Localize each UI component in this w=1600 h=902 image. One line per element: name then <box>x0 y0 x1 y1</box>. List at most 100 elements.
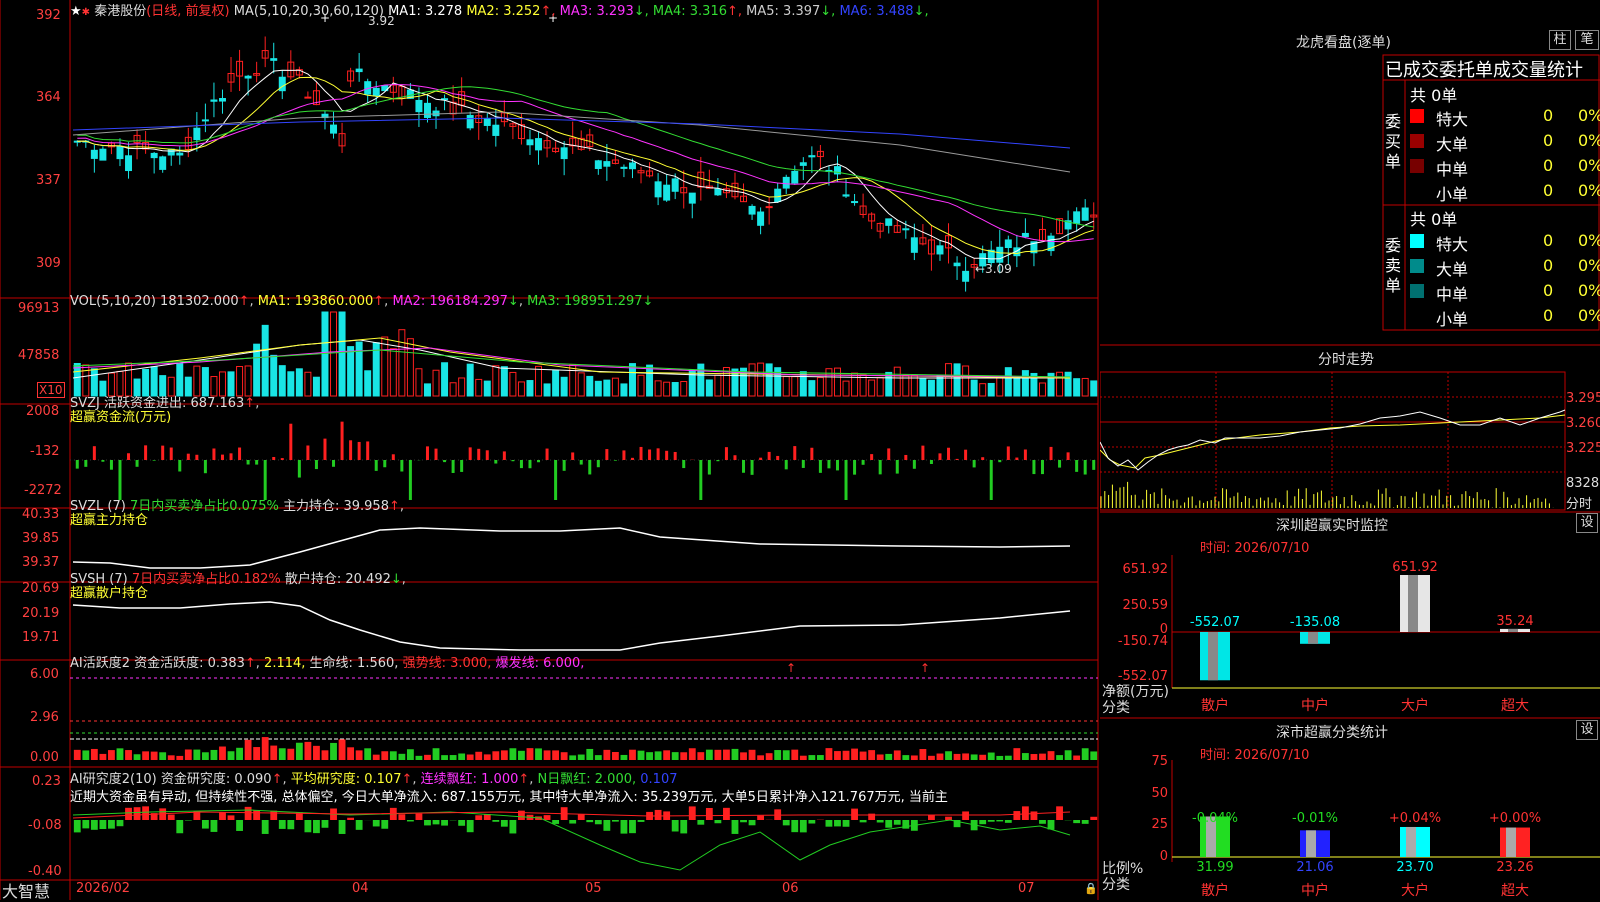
flow-bar <box>281 458 284 460</box>
flow-bar <box>460 460 463 472</box>
research-bar <box>339 820 346 834</box>
research-bar <box>749 820 756 825</box>
candle-body <box>194 128 200 139</box>
flag-icon[interactable]: ✱ <box>82 7 90 18</box>
flow-bar <box>819 460 822 473</box>
activity-bar <box>262 737 269 760</box>
flow-bar <box>341 422 344 460</box>
class-value: 21.06 <box>1296 860 1333 875</box>
research-bar <box>732 820 739 834</box>
candle-body <box>672 179 678 191</box>
volume-bar <box>612 378 618 396</box>
activity-bar <box>885 754 892 760</box>
activity-bar <box>612 752 619 760</box>
svsh-title: SVSH (7) <box>70 572 128 587</box>
chart-canvas[interactable]: ++↑↑ <box>0 0 1100 900</box>
legend-swatch <box>1410 159 1424 173</box>
class-category: 超大 <box>1501 883 1529 899</box>
flow-bar <box>110 460 113 470</box>
monitor-settings-button[interactable]: 设 <box>1576 513 1598 533</box>
flow-bar <box>605 449 608 460</box>
volume-bar <box>1039 383 1045 396</box>
monitor-category: 散户 <box>1201 697 1229 714</box>
candle-body <box>467 115 473 127</box>
stat-name: 小单 <box>1436 306 1468 330</box>
flow-bar <box>682 460 685 468</box>
flow-bar <box>776 456 779 460</box>
research-bar <box>586 820 593 822</box>
volume-bar <box>365 371 371 396</box>
flow-bar <box>127 453 130 460</box>
candle-body <box>758 212 764 225</box>
activity-bar <box>82 750 89 760</box>
class-value: 23.26 <box>1496 860 1533 875</box>
buy-total: 共 0单 <box>1410 82 1457 106</box>
candle-body <box>800 163 806 166</box>
stat-pct: 0% <box>1578 256 1600 275</box>
chart-mode[interactable]: (日线, 前复权) <box>146 4 229 19</box>
arrow-down-icon: ↓, <box>820 4 835 19</box>
flow-bar <box>1015 458 1018 460</box>
legend-swatch <box>1410 259 1424 273</box>
tick-view-button[interactable]: 笔 <box>1575 30 1599 50</box>
flow-bar <box>503 451 506 460</box>
flow-bar <box>810 448 813 460</box>
research-bar <box>398 814 405 820</box>
column-view-button[interactable]: 柱 <box>1549 30 1571 50</box>
arrow-up-icon: ↑ <box>244 396 255 411</box>
ma-value-6: MA6: 3.488 <box>835 4 913 19</box>
svsh-subtitle: 超赢散户持仓 <box>70 586 148 601</box>
research-bar <box>757 816 764 820</box>
flow-bar <box>973 460 976 467</box>
class-bar-shade <box>1306 830 1316 857</box>
flow-bar <box>716 460 719 461</box>
svzl-ratio: 7日内买卖净占比0.075% <box>130 499 279 514</box>
monitor-bar-shade <box>1208 632 1218 680</box>
stat-name: 小单 <box>1436 181 1468 205</box>
flow-bar <box>93 446 96 460</box>
candle-body <box>305 97 311 98</box>
star-icon[interactable]: ★ <box>70 4 82 19</box>
svsh-y-tick: 20.69 <box>22 581 59 596</box>
vol-ma3: MA3: 198951.297 <box>527 294 642 309</box>
activity-bar <box>219 747 226 760</box>
flow-bar <box>921 446 924 460</box>
main-y-tick: 392 <box>36 8 61 23</box>
flow-bar <box>947 448 950 460</box>
volume-bar <box>134 379 140 396</box>
research-bar <box>578 815 585 820</box>
volume-bar <box>621 384 627 396</box>
lock-icon[interactable]: 🔒 <box>1084 882 1098 895</box>
x-axis-label: 07 <box>1018 881 1035 896</box>
candle-body <box>373 88 379 95</box>
volume-bar <box>749 364 755 396</box>
activity-bar <box>971 754 978 760</box>
research-bar <box>475 815 482 820</box>
volume-bar <box>544 384 550 396</box>
flow-bar <box>230 453 233 460</box>
monitor-category: 中户 <box>1301 697 1329 714</box>
ai2-v3: 连续飘红: 1.000 <box>421 772 519 787</box>
volume-bar <box>83 365 89 396</box>
research-bar <box>458 820 465 826</box>
flow-bar <box>725 447 728 460</box>
flow-bar <box>349 440 352 460</box>
research-bar <box>603 820 610 831</box>
activity-bar <box>1013 748 1020 760</box>
ai1-title: AI活跃度2 <box>70 656 130 671</box>
volume-bar <box>655 381 661 396</box>
candle-body <box>766 207 772 208</box>
research-bar <box>1005 820 1012 823</box>
volume-bar <box>1065 372 1071 396</box>
flow-bar <box>221 455 224 460</box>
activity-bar <box>680 752 687 760</box>
research-bar <box>279 820 286 829</box>
candle-body <box>1082 208 1088 220</box>
flow-bar <box>597 460 600 467</box>
research-bar <box>979 820 986 824</box>
class-settings-button[interactable]: 设 <box>1576 720 1598 740</box>
research-bar <box>492 820 499 822</box>
flow-bar <box>118 460 121 500</box>
arrow-down-icon: ↓, <box>634 4 649 19</box>
volume-bar <box>305 372 311 396</box>
